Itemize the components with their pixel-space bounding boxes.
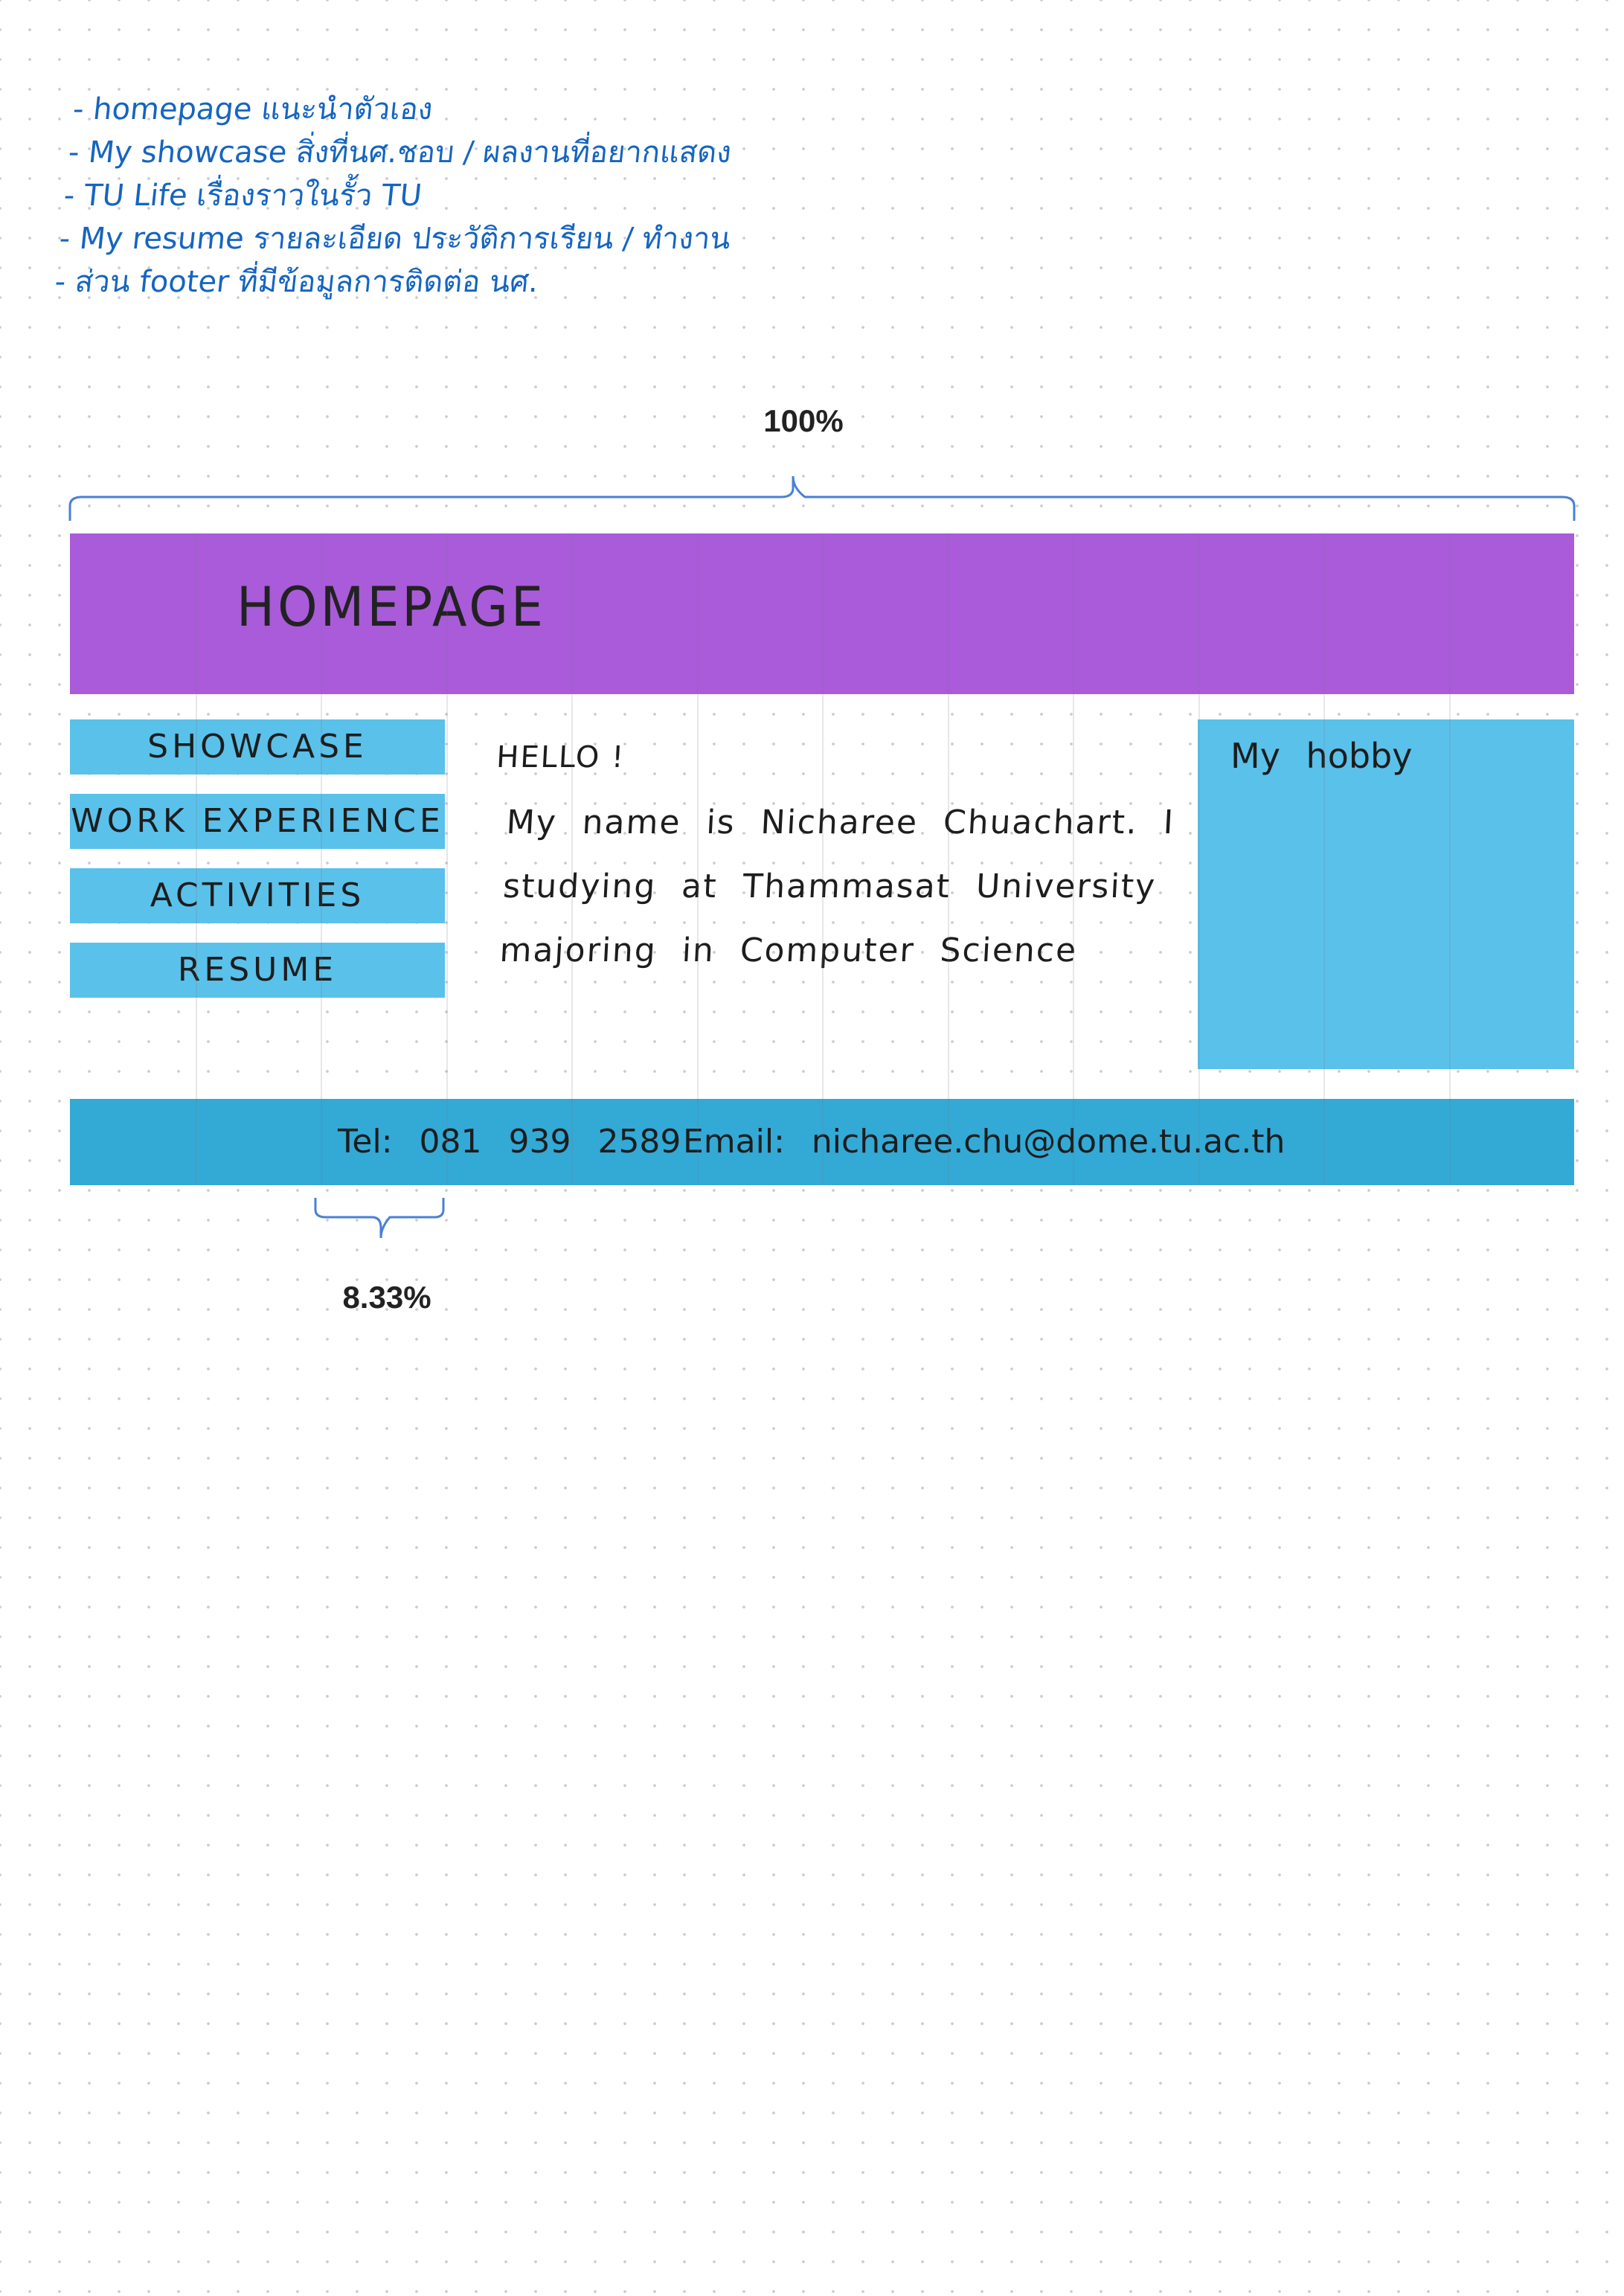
nav-activities-button[interactable]: ACTIVITIES [70, 868, 445, 923]
nav-work-experience-button[interactable]: WORK EXPERIENCE [70, 794, 445, 849]
column-width-brace [314, 1198, 445, 1239]
main-content: HELLO ! My name is Nicharee Chuachart. I… [484, 740, 1278, 983]
note-item: My showcase สิ่งที่นศ.ชอบ / ผลงานที่อยาก… [66, 131, 742, 174]
note-item: TU Life เรื่องราวในรั้ว TU [62, 174, 737, 217]
greeting-text: HELLO ! [495, 740, 626, 775]
header-bar: HOMEPAGE [70, 533, 1574, 694]
header-title: HOMEPAGE [237, 575, 546, 640]
note-item: homepage แนะนำตัวเอง [71, 88, 746, 131]
nav-showcase-button[interactable]: SHOWCASE [70, 719, 445, 775]
footer-bar: Tel: 081 939 2589 Email: nicharee.chu@do… [70, 1099, 1574, 1185]
hobby-title: My hobby [1230, 736, 1413, 776]
intro-text: My name is Nicharee Chuachart. I am stud… [498, 804, 1256, 969]
wireframe: HOMEPAGE SHOWCASE WORK EXPERIENCE ACTIVI… [70, 533, 1574, 1185]
footer-email: Email: nicharee.chu@dome.tu.ac.th [683, 1123, 1286, 1161]
note-item: ส่วน footer ที่มีข้อมูลการติดต่อ นศ. [53, 260, 728, 304]
column-width-label: 8.33% [342, 1280, 431, 1315]
full-width-label: 100% [763, 403, 844, 438]
full-width-brace [68, 475, 1576, 521]
notes-list: homepage แนะนำตัวเอง My showcase สิ่งที่… [53, 88, 746, 304]
nav-resume-button[interactable]: RESUME [70, 943, 445, 998]
note-item: My resume รายละเอียด ประวัติการเรียน / ท… [57, 217, 733, 260]
hobby-panel: My hobby [1198, 719, 1574, 1069]
footer-tel: Tel: 081 939 2589 [338, 1123, 681, 1161]
